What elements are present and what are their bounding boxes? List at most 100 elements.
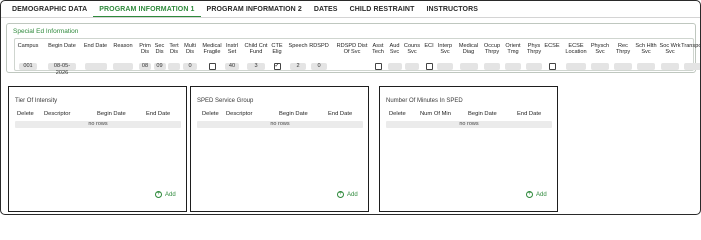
col-label-rec-thrpy: Rec Thrpy [615, 43, 631, 56]
special-ed-title: Special Ed Information [13, 28, 79, 35]
empty-rows-message: no rows [386, 121, 552, 128]
column-header-begin-date[interactable]: Begin Date [97, 111, 126, 117]
ecse-checkbox[interactable] [548, 63, 556, 70]
column-header-begin-date[interactable]: Begin Date [279, 111, 308, 117]
tab-divider [1, 17, 700, 18]
add-button[interactable]: + Add [526, 191, 547, 198]
col-label-ecse: ECSE [544, 43, 560, 49]
child-cnt-fund-field[interactable]: 3 [247, 63, 265, 70]
minutes-in-sped-title: Number Of Minutes In SPED [386, 98, 463, 104]
tier-of-intensity-title: Tier Of Intensity [15, 98, 58, 104]
col-label-cte-elig: CTE Elig [271, 43, 283, 56]
column-header-delete[interactable]: Delete [389, 111, 406, 117]
column-header-descriptor[interactable]: Descriptor [44, 111, 70, 117]
col-label-begin-date: Begin Date [48, 43, 76, 49]
interp-svc-field[interactable] [437, 63, 453, 70]
column-header-delete[interactable]: Delete [17, 111, 34, 117]
multi-dis-field[interactable]: 0 [183, 63, 197, 70]
sec-dis-field[interactable]: 09 [153, 63, 166, 70]
asst-tech-checkbox[interactable] [374, 63, 382, 70]
col-label-instrl-set: Instrl Set [225, 43, 239, 56]
rec-thrpy-field[interactable] [614, 63, 632, 70]
soc-wrk-svc-field[interactable] [661, 63, 679, 70]
plus-circle-icon: + [526, 191, 533, 198]
occup-thrpy-field[interactable] [484, 63, 500, 70]
column-header-begin-date[interactable]: Begin Date [468, 111, 497, 117]
plus-circle-icon: + [337, 191, 344, 198]
col-label-speech: Speech [288, 43, 308, 49]
sch-hlth-svc-field[interactable] [637, 63, 655, 70]
col-label-medical-fragile: Medical Fragile [202, 43, 222, 56]
tab-demographic-data[interactable]: DEMOGRAPHIC DATA [6, 5, 93, 17]
col-label-child-cnt-fund: Child Cnt Fund [244, 43, 268, 56]
eci-checkbox[interactable] [425, 63, 433, 70]
tab-program-information-1[interactable]: PROGRAM INFORMATION 1 [93, 5, 201, 17]
medical-diag-field[interactable] [459, 63, 478, 70]
col-label-rdspd: RDSPD [309, 43, 329, 49]
student-program-window: DEMOGRAPHIC DATA PROGRAM INFORMATION 1 P… [0, 0, 701, 215]
col-label-medical-diag: Medical Diag [458, 43, 479, 56]
tert-dis-field[interactable] [168, 63, 180, 70]
col-label-end-date: End Date [83, 43, 108, 49]
prim-dis-field[interactable]: 08 [139, 63, 151, 70]
add-label: Add [536, 191, 547, 198]
col-label-prim-dis: Prim Dis [139, 43, 151, 56]
minutes-in-sped-panel: Number Of Minutes In SPED Delete Num Of Mi… [379, 86, 558, 212]
couns-svc-field[interactable] [405, 63, 419, 70]
col-label-rdspd-dist-of-svc: RDSPD Dist Of Svc [336, 43, 368, 56]
col-label-orient-tmg: Orient Tmg [505, 43, 521, 56]
aud-svc-field[interactable] [387, 63, 402, 70]
end-date-field[interactable] [84, 63, 107, 70]
tab-dates[interactable]: DATES [308, 5, 344, 17]
add-button[interactable]: + Add [155, 191, 176, 198]
col-label-interp-svc: Interp Svc [437, 43, 453, 56]
tab-bar: DEMOGRAPHIC DATA PROGRAM INFORMATION 1 P… [6, 5, 484, 17]
rdspd-field[interactable]: 0 [311, 63, 327, 70]
col-label-multi-dis: Multi Dis [184, 43, 196, 56]
column-header-end-date[interactable]: End Date [146, 111, 170, 117]
col-label-sec-dis: Sec Dis [154, 43, 165, 56]
medical-fragile-checkbox[interactable] [208, 63, 216, 70]
add-button[interactable]: + Add [337, 191, 358, 198]
special-ed-grid: Campus 001 Begin Date 08-05-2026 End Date Rea… [14, 38, 700, 76]
col-label-transport: Transport [681, 43, 700, 49]
tab-child-restraint[interactable]: CHILD RESTRAINT [344, 5, 421, 17]
sped-service-group-panel: SPED Service Group Delete Descriptor Begin … [190, 86, 369, 212]
add-label: Add [165, 191, 176, 198]
column-header-end-date[interactable]: End Date [517, 111, 541, 117]
physch-svc-field[interactable] [591, 63, 609, 70]
plus-circle-icon: + [155, 191, 162, 198]
col-label-ecse-location: ECSE Location [565, 43, 587, 56]
col-label-occup-thrpy: Occup Thrpy [483, 43, 501, 56]
col-label-asst-tech: Asst Tech [372, 43, 384, 56]
begin-date-field[interactable]: 08-05-2026 [48, 63, 76, 76]
tier-of-intensity-panel: Tier Of Intensity Delete Descriptor Begin D… [8, 86, 187, 212]
col-label-couns-svc: Couns Svc [403, 43, 421, 56]
orient-tmg-field[interactable] [505, 63, 521, 70]
empty-rows-message: no rows [15, 121, 181, 128]
instrl-set-field[interactable]: 40 [225, 63, 239, 70]
ecse-location-field[interactable] [566, 63, 586, 70]
column-header-descriptor[interactable]: Descriptor [226, 111, 252, 117]
col-label-physch-svc: Physch Svc [590, 43, 610, 56]
tab-instructors[interactable]: INSTRUCTORS [420, 5, 484, 17]
empty-rows-message: no rows [197, 121, 363, 128]
phys-thrpy-field[interactable] [526, 63, 542, 70]
special-ed-section: Special Ed Information Campus 001 Begin Da… [6, 23, 700, 76]
col-label-sch-hlth-svc: Sch Hlth Svc [635, 43, 657, 56]
speech-field[interactable]: 2 [290, 63, 306, 70]
cte-elig-checkbox[interactable]: ✓ [273, 63, 281, 70]
col-label-phys-thrpy: Phys Thrpy [526, 43, 542, 56]
column-header-num-of-min[interactable]: Num Of Min [420, 111, 451, 117]
transport-field[interactable] [684, 63, 700, 70]
column-header-delete[interactable]: Delete [202, 111, 219, 117]
col-label-tert-dis: Tert Dis [169, 43, 179, 56]
column-header-end-date[interactable]: End Date [328, 111, 352, 117]
campus-field[interactable]: 001 [19, 63, 37, 70]
col-label-campus: Campus [17, 43, 39, 49]
reason-field[interactable] [113, 63, 133, 70]
add-label: Add [347, 191, 358, 198]
col-label-reason: Reason [113, 43, 133, 49]
col-label-aud-svc: Aud Svc [389, 43, 400, 56]
tab-program-information-2[interactable]: PROGRAM INFORMATION 2 [201, 5, 308, 17]
